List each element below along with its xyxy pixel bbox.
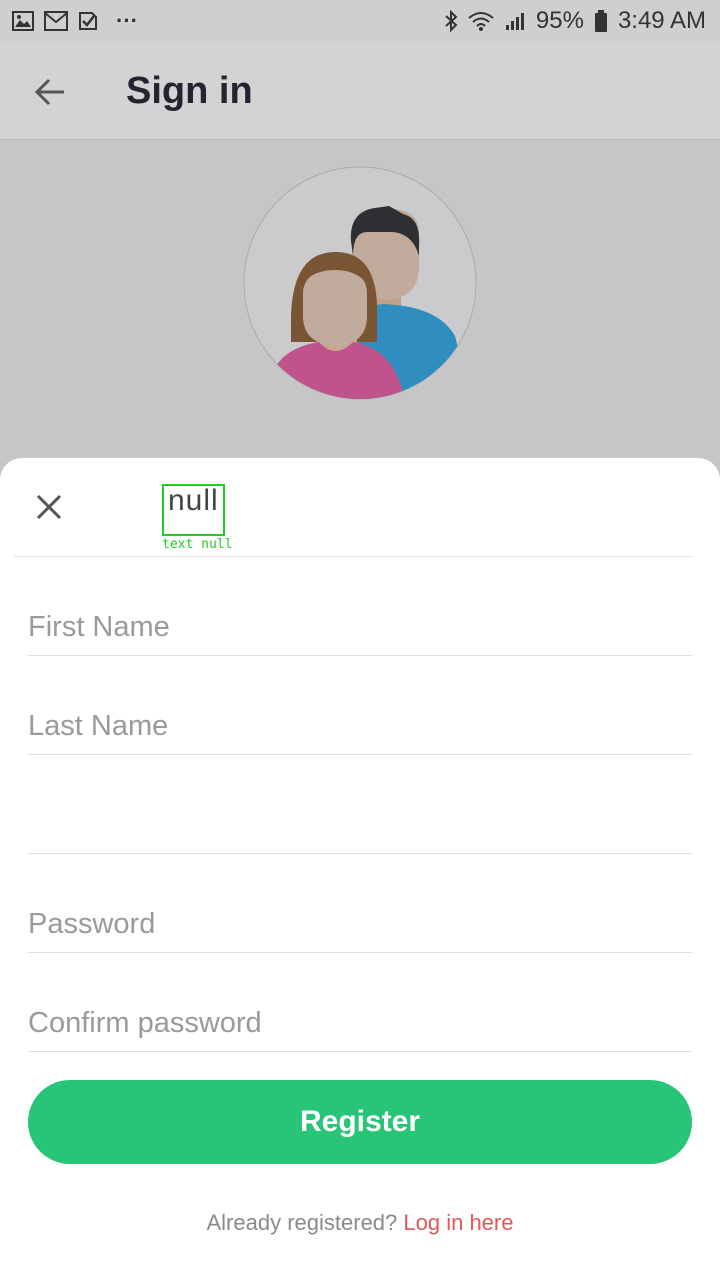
clock: 3:49 AM xyxy=(617,7,706,34)
first-name-input[interactable] xyxy=(28,605,692,649)
close-icon xyxy=(36,494,62,520)
gmail-icon xyxy=(44,11,68,31)
last-name-field xyxy=(28,656,692,755)
email-field xyxy=(28,755,692,854)
status-left: ··· xyxy=(12,8,138,34)
page-title: Sign in xyxy=(126,70,253,112)
back-button[interactable] xyxy=(30,72,70,112)
confirm-password-input[interactable] xyxy=(28,1001,692,1045)
email-input[interactable] xyxy=(28,803,692,847)
tasks-icon xyxy=(78,11,98,31)
confirm-password-field xyxy=(28,953,692,1052)
password-input[interactable] xyxy=(28,902,692,946)
first-name-field xyxy=(28,557,692,656)
arrow-left-icon xyxy=(34,78,64,106)
register-button[interactable]: Register xyxy=(28,1080,692,1164)
battery-percent: 95% xyxy=(535,7,584,34)
status-right: 95% 3:49 AM xyxy=(444,7,706,35)
login-prompt-text: Already registered? xyxy=(206,1210,404,1235)
battery-icon xyxy=(594,10,608,32)
more-dots-icon: ··· xyxy=(116,8,138,33)
wifi-icon xyxy=(468,11,494,31)
gallery-icon xyxy=(12,11,34,31)
last-name-input[interactable] xyxy=(28,704,692,748)
bluetooth-icon xyxy=(444,10,458,32)
avatar-illustration xyxy=(243,166,477,400)
password-field xyxy=(28,854,692,953)
signal-icon xyxy=(504,11,526,31)
close-button[interactable] xyxy=(30,488,68,526)
debug-label: text null xyxy=(162,537,233,552)
sheet-title: null xyxy=(162,484,225,536)
login-prompt: Already registered? Log in here xyxy=(0,1210,720,1236)
status-bar: ··· 95% 3:49 AM xyxy=(0,0,720,42)
registration-sheet: null text null Register Already register… xyxy=(0,458,720,1280)
toolbar: Sign in xyxy=(0,42,720,140)
login-link[interactable]: Log in here xyxy=(403,1210,513,1235)
